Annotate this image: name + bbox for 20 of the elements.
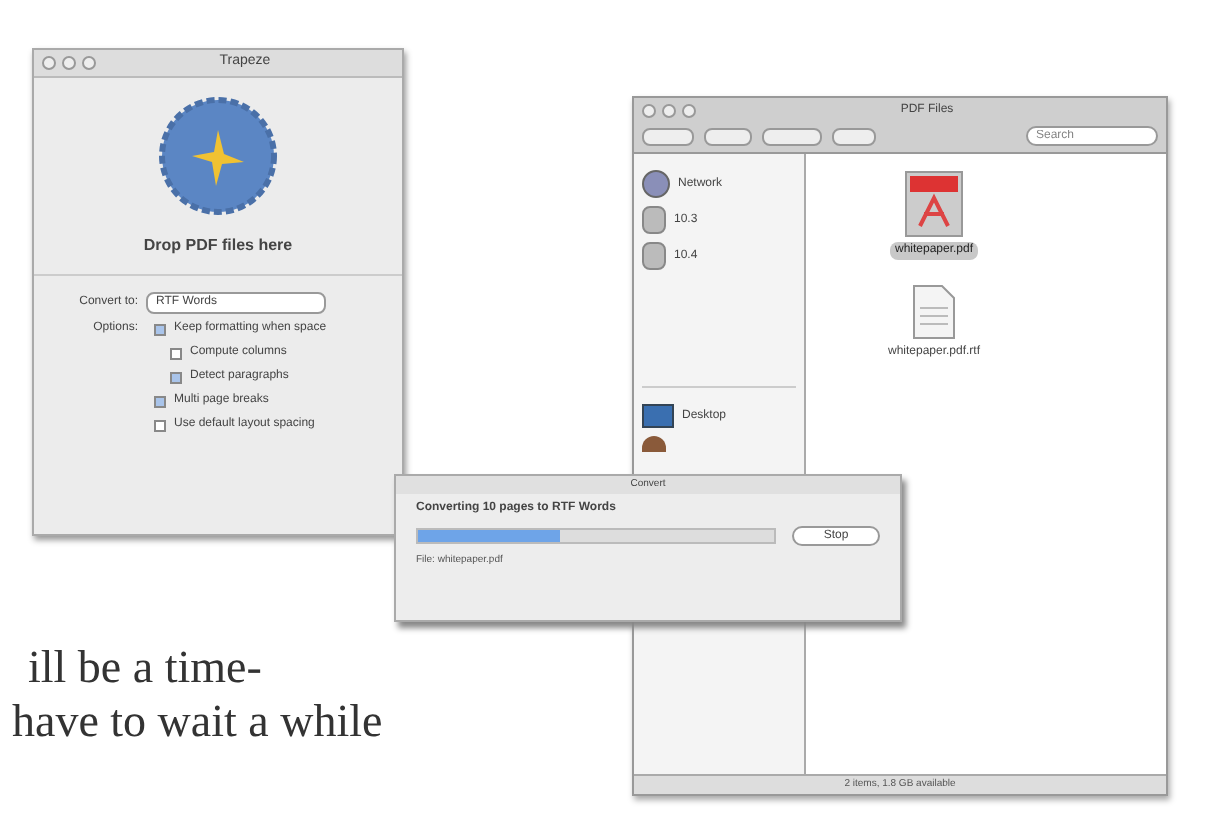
drive-icon [642,206,666,234]
view-button[interactable] [704,127,752,145]
body-text-line: ill be a time- [28,640,264,694]
document-icon [912,284,956,340]
gear-drop-icon [156,94,280,218]
option-checkbox[interactable] [154,395,166,407]
view-mode-button[interactable] [762,127,822,145]
option-checkbox[interactable] [170,371,182,383]
desktop-icon [642,404,674,428]
globe-icon [642,170,670,198]
drive-icon [642,242,666,270]
pdf-file-icon [904,170,964,238]
option-checkbox[interactable] [154,323,166,335]
drop-label: Drop PDF files here [143,234,293,258]
option-checkbox[interactable] [170,347,182,359]
option-checkbox[interactable] [154,419,166,431]
action-button[interactable] [832,127,876,145]
house-icon [642,436,666,452]
body-text-line: have to wait a while [12,694,383,748]
back-forward-button[interactable] [642,127,694,145]
